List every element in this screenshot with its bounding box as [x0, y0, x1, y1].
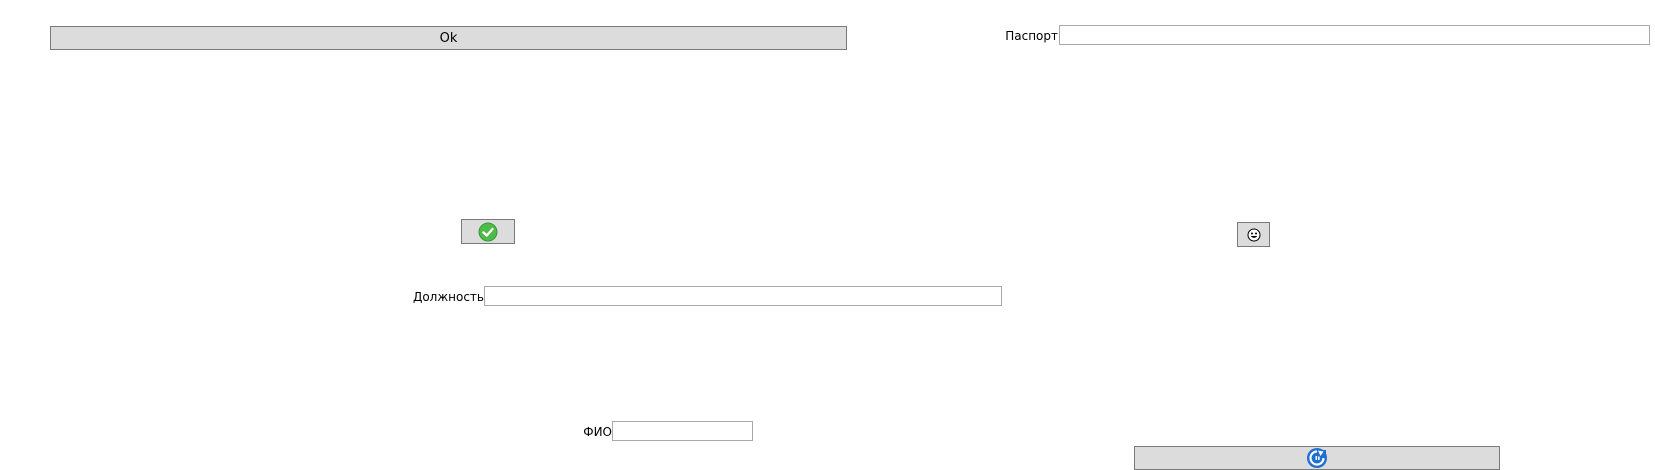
passport-field[interactable]	[1059, 25, 1650, 45]
ok-button-label: Ok	[439, 30, 458, 46]
position-field[interactable]	[484, 286, 1002, 306]
refresh-button[interactable]	[1134, 446, 1500, 470]
fio-label: ФИО	[583, 425, 612, 439]
confirm-button[interactable]	[461, 219, 515, 244]
ok-button[interactable]: Ok	[50, 26, 847, 50]
position-label: Должность	[412, 290, 484, 304]
emoji-button[interactable]	[1237, 222, 1270, 247]
check-circle-icon	[478, 222, 498, 242]
smiley-icon	[1247, 228, 1261, 242]
passport-label: Паспорт	[1005, 29, 1058, 43]
refresh-icon	[1306, 447, 1328, 469]
fio-field[interactable]	[612, 421, 753, 441]
